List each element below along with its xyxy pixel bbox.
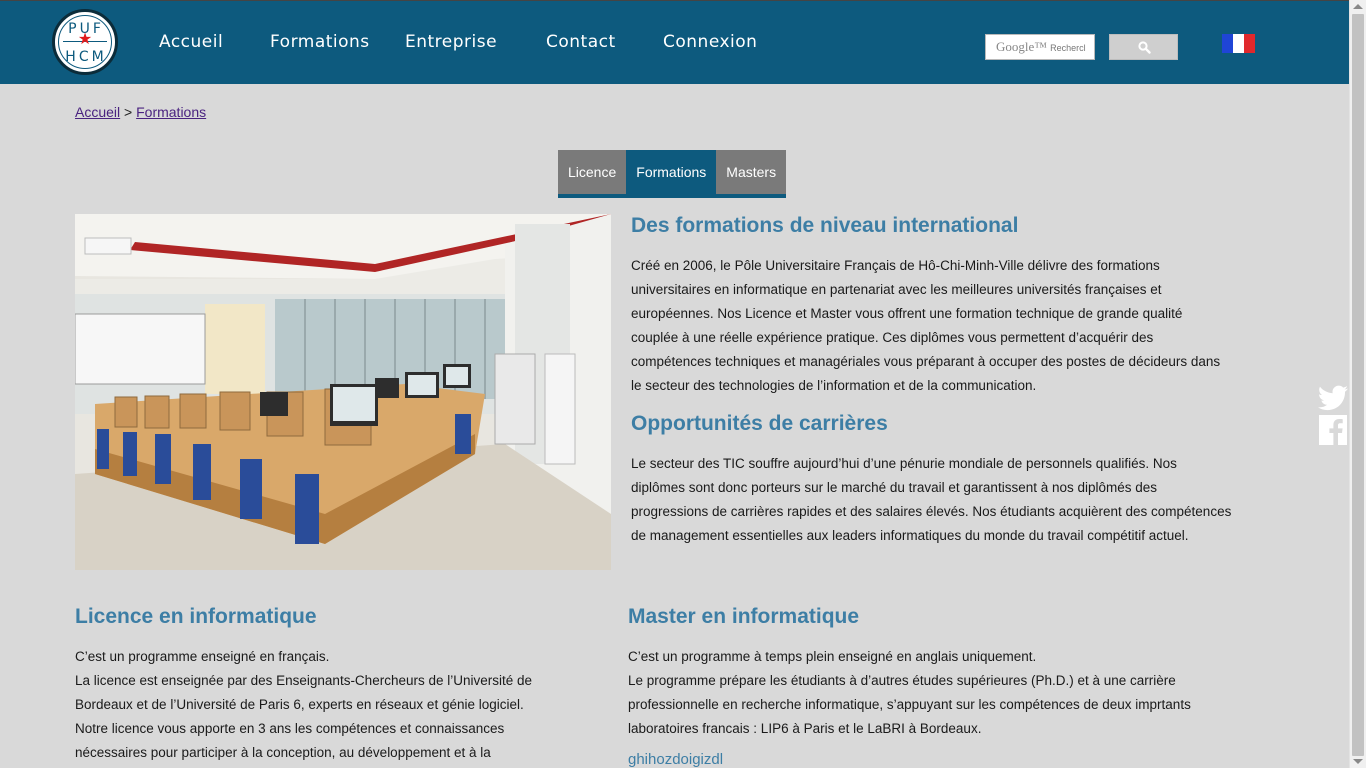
master-line: professionnelle en recherche informatiqu… (628, 697, 1191, 712)
program-tabs: Licence Formations Masters (558, 150, 787, 198)
nav-contact[interactable]: Contact (546, 32, 616, 52)
breadcrumb: Accueil > Formations (75, 104, 206, 120)
licence-line: Bordeaux et de l’Université de Paris 6, … (75, 697, 524, 712)
intro-line: Créé en 2006, le Pôle Universitaire Fran… (631, 258, 1160, 273)
puf-hcm-logo[interactable]: PUF ★ HCM (52, 9, 118, 75)
flag-stripe-blue (1222, 34, 1233, 53)
twitter-icon (1317, 385, 1348, 411)
logo-text-bottom: HCM (65, 49, 107, 65)
intro-line: compétences techniques et managériales v… (631, 354, 1221, 369)
french-flag-language-switch[interactable] (1222, 34, 1255, 53)
intro-heading: Des formations de niveau international (631, 214, 1019, 237)
careers-line: progressions de carrières rapides et des… (631, 504, 1232, 519)
licence-line: La licence est enseignée par des Enseign… (75, 673, 533, 688)
search-placeholder: Rechercl (1050, 43, 1086, 53)
computer-lab-photo (75, 214, 611, 570)
master-paragraph: C’est un programme à temps plein enseign… (628, 645, 1328, 741)
nav-accueil[interactable]: Accueil (159, 32, 223, 52)
flag-stripe-white (1233, 34, 1244, 53)
nav-entreprise[interactable]: Entreprise (405, 32, 497, 52)
master-sublink[interactable]: ghihozdoigizdl (628, 751, 723, 768)
top-navigation-bar: PUF ★ HCM Accueil Formations Entreprise … (0, 0, 1349, 84)
careers-line: Le secteur des TIC souffre aujourd’hui d… (631, 456, 1177, 471)
flag-stripe-red (1244, 34, 1255, 53)
google-brand-label: Google™ (996, 39, 1048, 54)
licence-heading: Licence en informatique (75, 605, 317, 628)
careers-line: diplômes sont donc porteurs sur le march… (631, 480, 1158, 495)
careers-line: de management essentielles aux leaders i… (631, 528, 1189, 543)
facebook-icon (1319, 415, 1347, 445)
breadcrumb-separator: > (120, 104, 137, 120)
intro-line: européennes. Nos Licence et Master vous … (631, 306, 1183, 321)
licence-line: C’est un programme enseigné en français. (75, 649, 330, 664)
breadcrumb-home-link[interactable]: Accueil (75, 104, 120, 120)
master-line: Le programme prépare les étudiants à d’a… (628, 673, 1176, 688)
search-icon (1138, 41, 1151, 54)
careers-heading: Opportunités de carrières (631, 412, 888, 435)
master-line: C’est un programme à temps plein enseign… (628, 649, 1037, 664)
licence-line: Notre licence vous apporte en 3 ans les … (75, 721, 505, 736)
nav-connexion[interactable]: Connexion (663, 32, 757, 52)
tab-formations[interactable]: Formations (626, 150, 717, 194)
scroll-up-arrow[interactable] (1353, 4, 1363, 9)
licence-line: nécessaires pour participer à la concept… (75, 745, 491, 760)
vertical-scrollbar[interactable] (1349, 0, 1366, 768)
scrollbar-thumb[interactable] (1352, 14, 1364, 756)
licence-paragraph: C’est un programme enseigné en français.… (75, 645, 595, 765)
master-line: laboratoires francais : LIP6 à Paris et … (628, 721, 982, 736)
intro-line: universitaires en informatique en parten… (631, 282, 1162, 297)
intro-paragraph: Créé en 2006, le Pôle Universitaire Fran… (631, 254, 1291, 398)
search-input[interactable]: Google™ Rechercl (985, 34, 1095, 60)
search-button[interactable] (1109, 34, 1178, 60)
intro-line: le secteur des technologies de l’informa… (631, 378, 1037, 393)
twitter-share-button[interactable] (1316, 382, 1350, 414)
tab-licence[interactable]: Licence (558, 150, 627, 194)
nav-formations[interactable]: Formations (270, 32, 370, 52)
breadcrumb-current-link[interactable]: Formations (136, 104, 206, 120)
facebook-share-button[interactable] (1316, 414, 1350, 446)
master-heading: Master en informatique (628, 605, 860, 628)
star-icon: ★ (77, 31, 93, 48)
tab-masters[interactable]: Masters (716, 150, 787, 194)
careers-paragraph: Le secteur des TIC souffre aujourd’hui d… (631, 452, 1311, 548)
scroll-down-arrow[interactable] (1353, 759, 1363, 764)
intro-line: couplée à une réelle expérience pratique… (631, 330, 1154, 345)
